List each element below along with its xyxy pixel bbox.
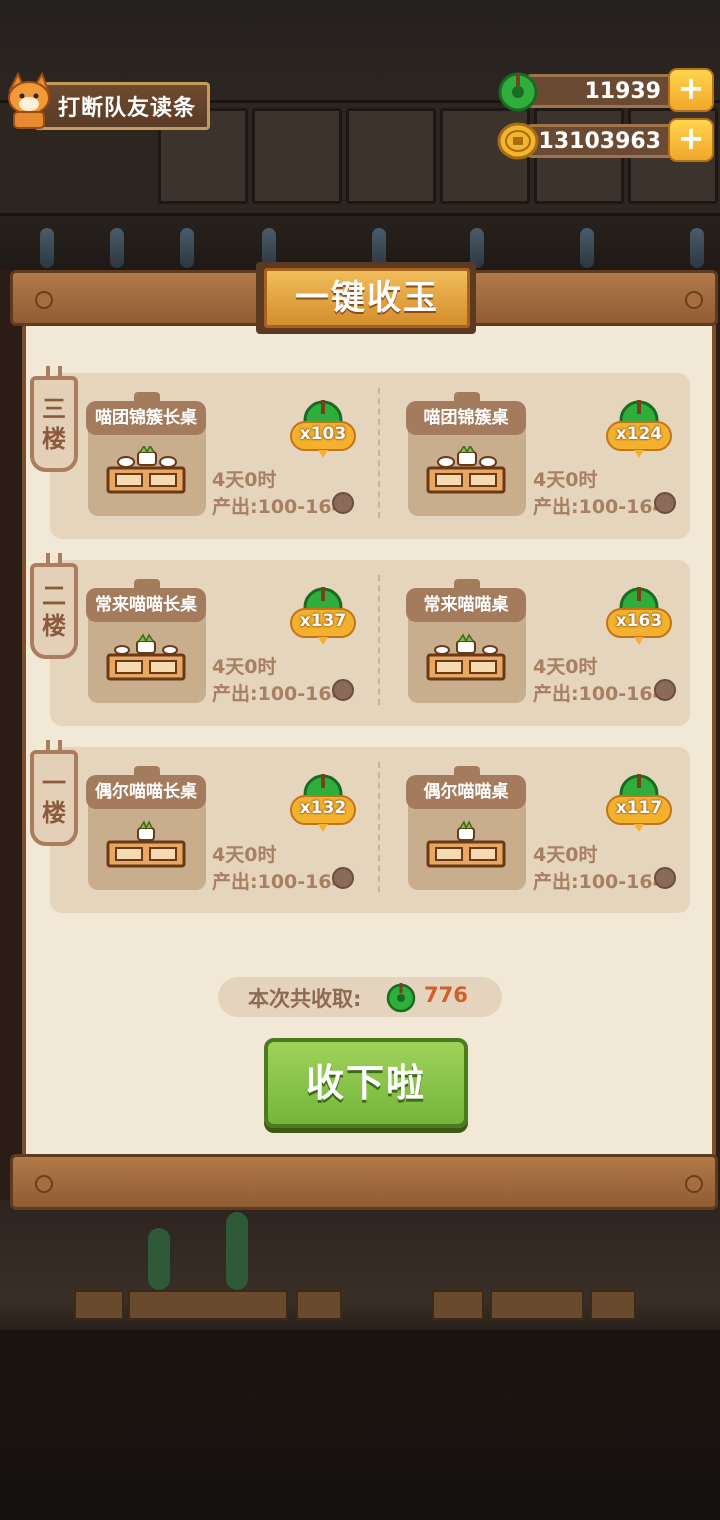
floor-tag-1: 一楼 [30,740,78,846]
fox-chef-avatar-icon[interactable] [4,72,54,130]
long-table-icon [106,820,186,868]
coin-balance-pill: 13103963 [516,124,692,158]
floor-tag-char: 楼 [42,425,66,453]
jade-reward-count: x132 [299,798,347,818]
nail-decor [685,1175,703,1193]
jade-icon [498,72,538,112]
background-fish-decor [40,228,54,268]
table-name: 喵团锦簇长桌 [86,401,206,435]
coin-mini-icon [332,492,354,514]
dialog-bottom-plank [10,1154,718,1210]
nail-decor [35,291,53,309]
background-menu-board [252,108,342,204]
output-text: 产出:100-164 [212,683,345,705]
collect-button[interactable]: 收下啦 [264,1038,468,1128]
coin-mini-icon [654,679,676,701]
table-name: 偶尔喵喵桌 [406,775,526,809]
background-fish-decor [110,228,124,268]
duration-text: 4天0时 [533,656,598,678]
row-divider [378,575,380,705]
coin-mini-icon [654,867,676,889]
background-menu-board [346,108,436,204]
table-icon [426,446,506,494]
background-table [590,1290,636,1320]
dialog-title: 一键收玉 [264,268,470,328]
background-cactus [226,1212,248,1290]
interrupt-skill-label: 打断队友读条 [57,96,196,121]
table-name: 常来喵喵桌 [406,588,526,622]
background-floor [0,1330,720,1390]
background-cactus [148,1228,170,1290]
floor-tag-char: 二 [42,582,66,610]
jade-reward-count: x163 [615,611,663,631]
jade-balance: 11939 [584,78,661,104]
coin-mini-icon [332,867,354,889]
background-table [490,1290,584,1320]
output-text: 产出:100-164 [533,871,666,893]
output-text: 产出:100-164 [212,871,345,893]
floor-tag-2: 二楼 [30,553,78,659]
duration-text: 4天0时 [212,469,277,491]
long-table-icon [106,633,186,681]
jade-reward-count: x103 [299,424,347,444]
output-text: 产出:100-164 [533,496,666,518]
background-table [432,1290,484,1320]
table-name: 喵团锦簇桌 [406,401,526,435]
jade-reward-count: x124 [615,424,663,444]
duration-text: 4天0时 [212,844,277,866]
floor-tag-3: 三楼 [30,366,78,472]
floor-tag-char: 一 [42,769,66,797]
background-table [74,1290,124,1320]
row-divider [378,388,380,518]
long-table-icon [106,446,186,494]
coin-mini-icon [332,679,354,701]
coin-mini-icon [654,492,676,514]
duration-text: 4天0时 [212,656,277,678]
jade-reward-count: x117 [615,798,663,818]
floor-tag-char: 楼 [42,612,66,640]
table-icon [426,820,506,868]
total-collected-label: 本次共收取: [248,987,362,1011]
coin-balance: 13103963 [538,128,661,154]
row-divider [378,762,380,892]
table-name: 偶尔喵喵长桌 [86,775,206,809]
jade-icon [386,983,416,1013]
interrupt-skill-banner[interactable]: 打断队友读条 [34,82,210,130]
background-fish-decor [180,228,194,268]
background-table [296,1290,342,1320]
table-icon [426,633,506,681]
total-collected-value: 776 [424,983,468,1007]
background-fish-decor [580,228,594,268]
add-jade-button[interactable]: + [668,68,714,112]
jade-balance-pill: 11939 [516,74,692,108]
jade-reward-count: x137 [299,611,347,631]
nail-decor [685,291,703,309]
background-table [128,1290,288,1320]
coin-icon [497,122,539,160]
duration-text: 4天0时 [533,844,598,866]
duration-text: 4天0时 [533,469,598,491]
output-text: 产出:100-164 [212,496,345,518]
nail-decor [35,1175,53,1193]
table-name: 常来喵喵长桌 [86,588,206,622]
floor-tag-char: 楼 [42,799,66,827]
output-text: 产出:100-164 [533,683,666,705]
add-coin-button[interactable]: + [668,118,714,162]
floor-tag-char: 三 [42,395,66,423]
background-fish-decor [690,228,704,268]
